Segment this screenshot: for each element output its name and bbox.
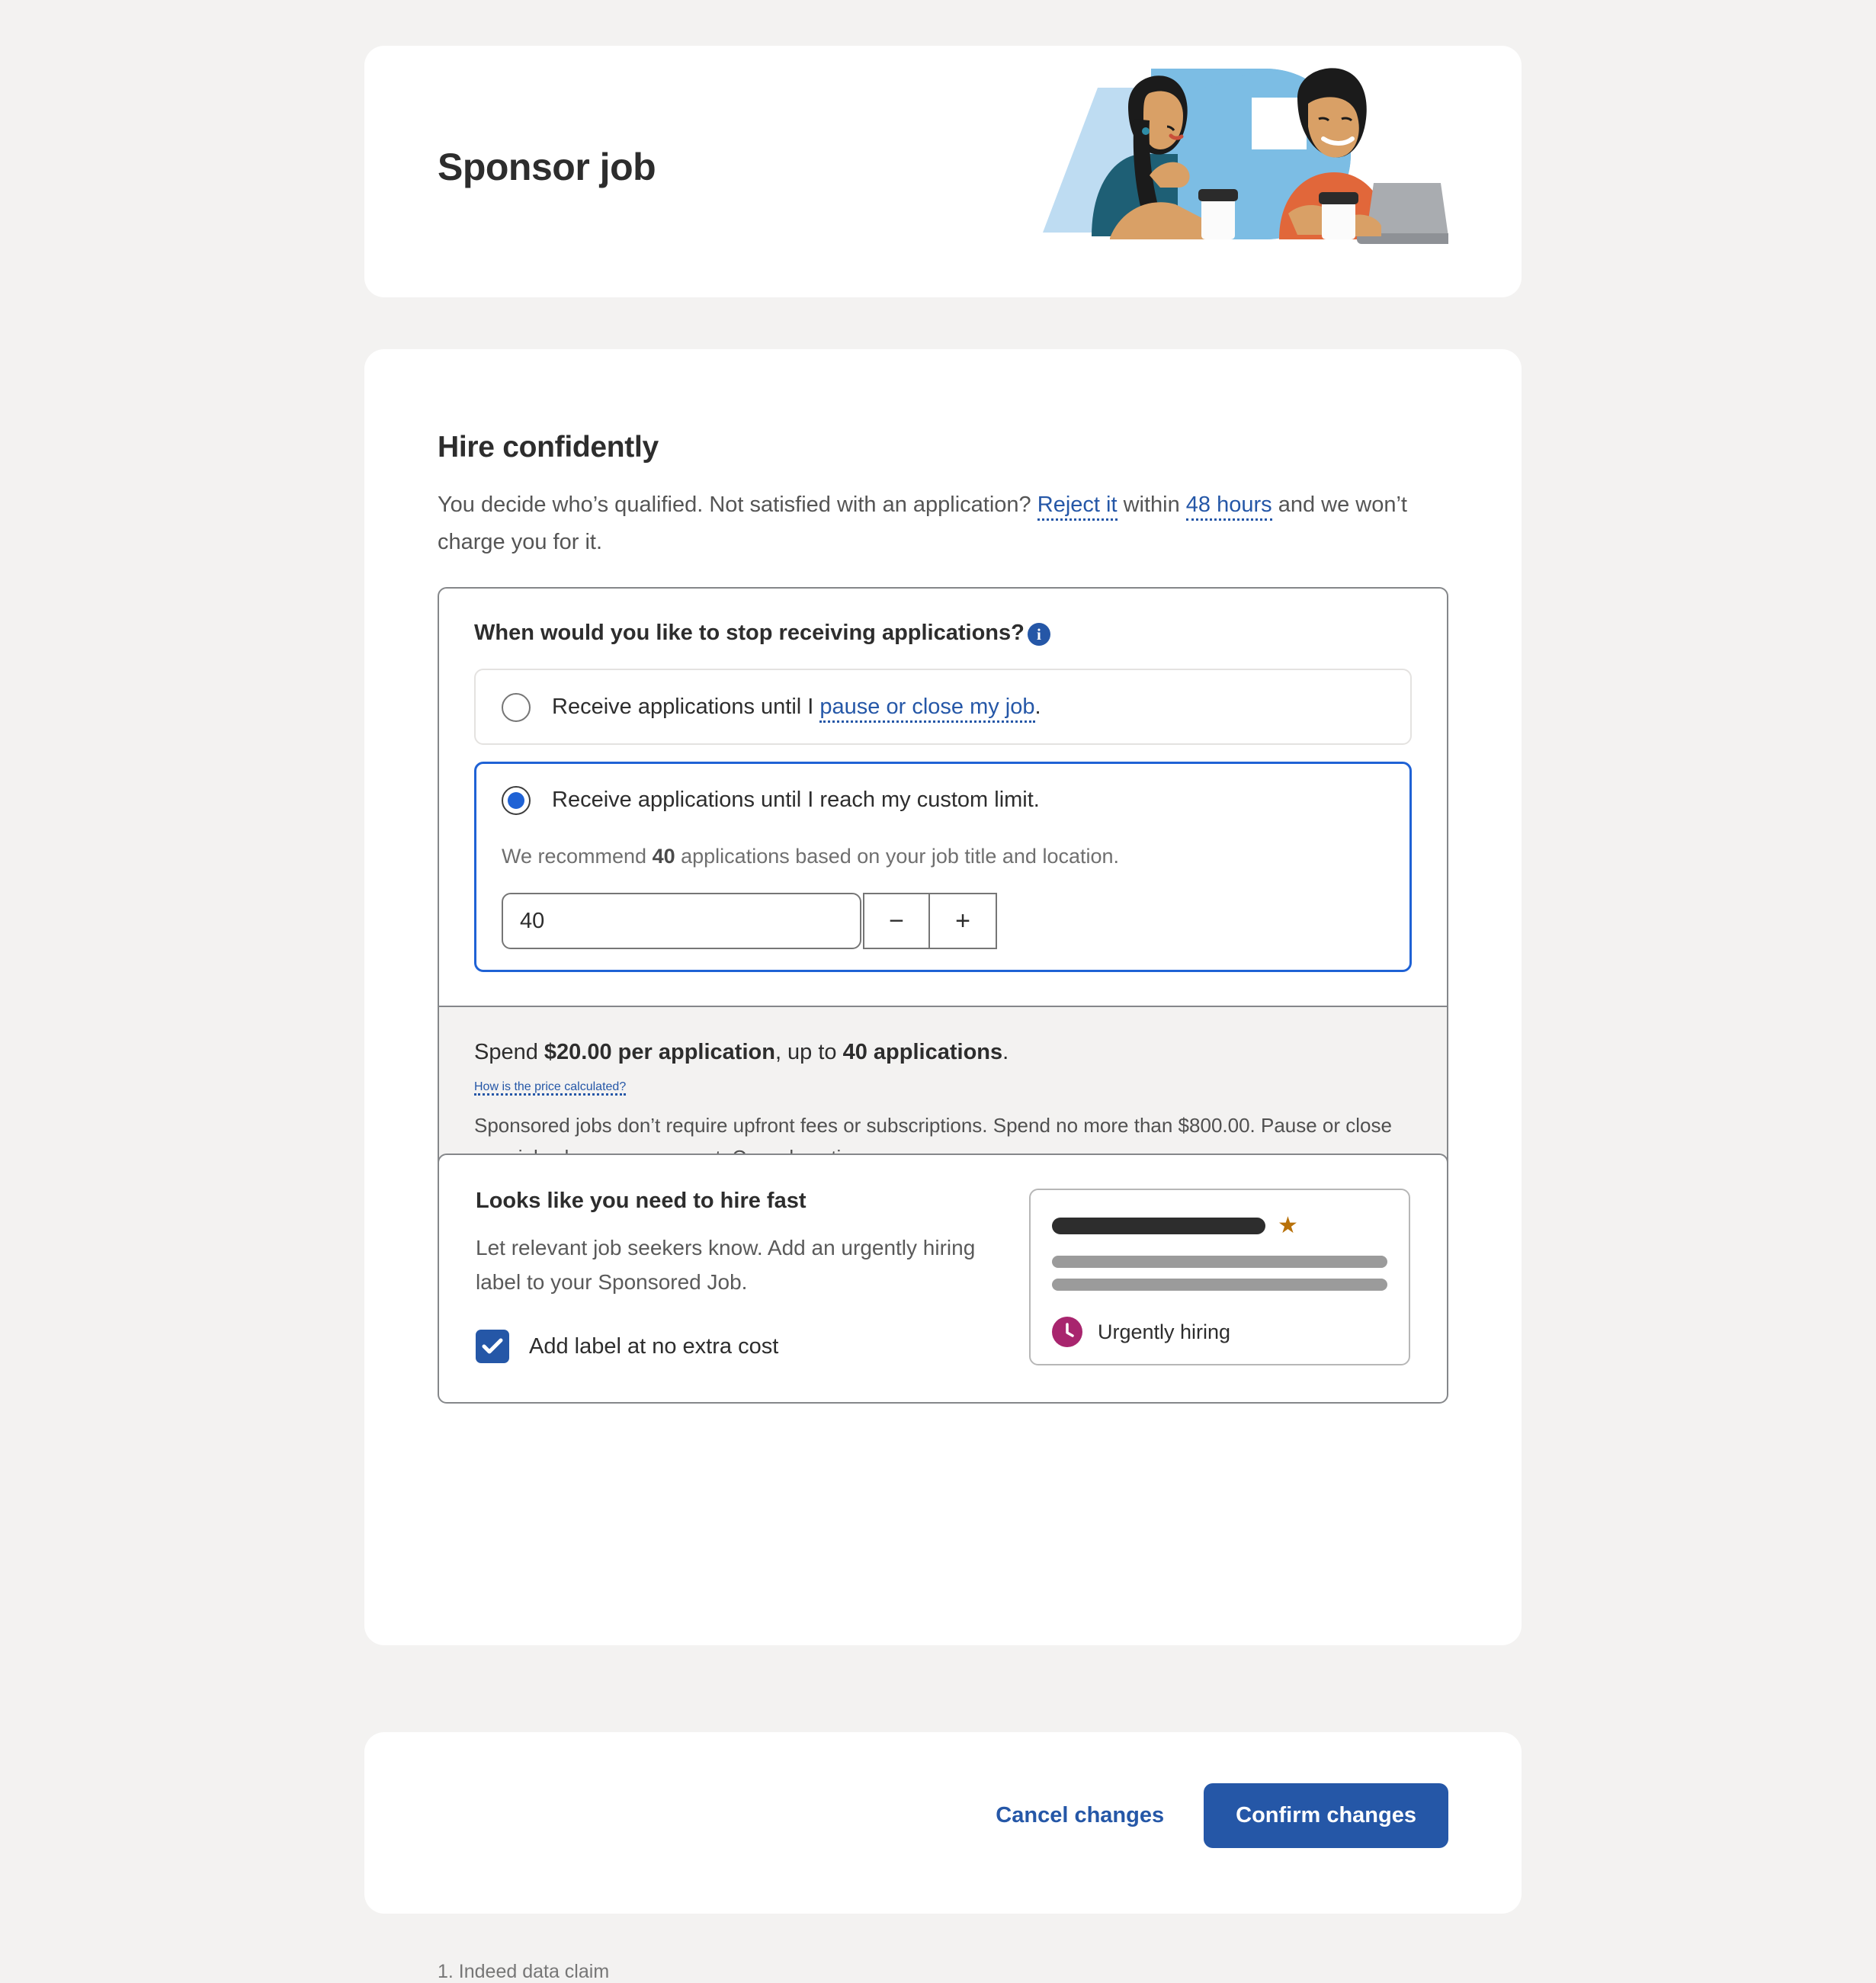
footnote: 1. Indeed data claim <box>438 1961 610 1982</box>
question-label-text: When would you like to stop receiving ap… <box>474 621 1025 645</box>
price-link-wrap: How is the price calculated? <box>474 1080 1412 1096</box>
section-title: Hire confidently <box>438 431 659 464</box>
option-1-text: Receive applications until I pause or cl… <box>552 691 1041 723</box>
price-text-c: . <box>1002 1040 1009 1064</box>
cancel-changes-button[interactable]: Cancel changes <box>970 1785 1190 1847</box>
preview-title-row: ★ <box>1052 1215 1387 1237</box>
how-is-price-calculated-link[interactable]: How is the price calculated? <box>474 1080 627 1096</box>
desc-text-2: within <box>1117 493 1186 517</box>
option-2-text: Receive applications until I reach my cu… <box>552 788 1040 812</box>
urgently-hiring-badge-label: Urgently hiring <box>1098 1320 1231 1343</box>
question-label: When would you like to stop receiving ap… <box>474 621 1412 646</box>
urgently-hiring-badge: Urgently hiring <box>1052 1317 1387 1347</box>
radio-custom-limit[interactable] <box>502 786 531 815</box>
price-text-a: Spend <box>474 1040 544 1064</box>
desc-text-1: You decide who’s qualified. Not satisfie… <box>438 493 1037 517</box>
add-label-checkbox-row[interactable]: Add label at no extra cost <box>476 1330 994 1363</box>
urgently-hiring-description: Let relevant job seekers know. Add an ur… <box>476 1236 976 1294</box>
price-text-b: , up to <box>774 1040 843 1064</box>
recommend-value: 40 <box>652 845 675 868</box>
application-limit-input[interactable] <box>502 893 861 949</box>
price-cap: 40 applications <box>842 1040 1003 1064</box>
sponsor-job-page: Sponsor job Hire confidently You decide … <box>0 0 1876 1982</box>
reject-it-link[interactable]: Reject it <box>1037 493 1118 521</box>
add-label-checkbox[interactable] <box>476 1330 509 1363</box>
recommend-prefix: We recommend <box>502 845 653 868</box>
add-label-checkbox-label: Add label at no extra cost <box>529 1333 779 1359</box>
info-icon[interactable]: i <box>1027 622 1050 646</box>
star-icon: ★ <box>1278 1213 1298 1238</box>
option-1-text-after: . <box>1034 695 1041 719</box>
section-description: You decide who’s qualified. Not satisfie… <box>438 486 1474 561</box>
application-limit-box: When would you like to stop receiving ap… <box>438 587 1448 1207</box>
application-limit-stepper: − + <box>502 893 997 949</box>
option-1-text-before: Receive applications until I <box>552 695 820 719</box>
price-line: Spend $20.00 per application, up to 40 a… <box>474 1036 1412 1068</box>
option-until-pause-or-close[interactable]: Receive applications until I pause or cl… <box>474 669 1412 745</box>
preview-line-placeholder-2 <box>1052 1279 1387 1291</box>
checkmark-icon <box>482 1338 503 1354</box>
48-hours-link[interactable]: 48 hours <box>1185 493 1272 521</box>
increment-button[interactable]: + <box>930 893 997 949</box>
preview-line-placeholder-1 <box>1052 1256 1387 1268</box>
urgently-hiring-box: Looks like you need to hire fast Let rel… <box>438 1154 1448 1404</box>
footer-actions: Cancel changes Confirm changes <box>970 1783 1448 1848</box>
recommend-suffix: applications based on your job title and… <box>675 845 1120 868</box>
main-content-card: Hire confidently You decide who’s qualif… <box>364 349 1522 1982</box>
header-card: Sponsor job <box>364 46 1522 297</box>
recommendation-text: We recommend 40 applications based on yo… <box>502 841 1384 871</box>
question-section: When would you like to stop receiving ap… <box>439 589 1447 1006</box>
radio-until-pause-or-close[interactable] <box>502 693 531 722</box>
decrement-button[interactable]: − <box>863 893 930 949</box>
urgently-hiring-title: Looks like you need to hire fast <box>476 1189 807 1213</box>
price-per-application: $20.00 per application <box>544 1040 775 1064</box>
preview-title-placeholder <box>1052 1218 1265 1234</box>
confirm-changes-button[interactable]: Confirm changes <box>1204 1783 1448 1848</box>
clock-icon <box>1052 1317 1082 1347</box>
two-coworkers-illustration <box>1043 68 1448 244</box>
page-title: Sponsor job <box>438 146 656 188</box>
option-2-row: Receive applications until I reach my cu… <box>502 785 1384 815</box>
urgently-hiring-copy: Looks like you need to hire fast Let rel… <box>476 1189 994 1365</box>
option-custom-limit[interactable]: Receive applications until I reach my cu… <box>474 762 1412 972</box>
footer-action-card: Cancel changes Confirm changes <box>364 1732 1522 1914</box>
pause-or-close-my-job-link[interactable]: pause or close my job <box>819 695 1035 723</box>
job-card-preview: ★ Urgently hiring <box>1029 1189 1410 1365</box>
